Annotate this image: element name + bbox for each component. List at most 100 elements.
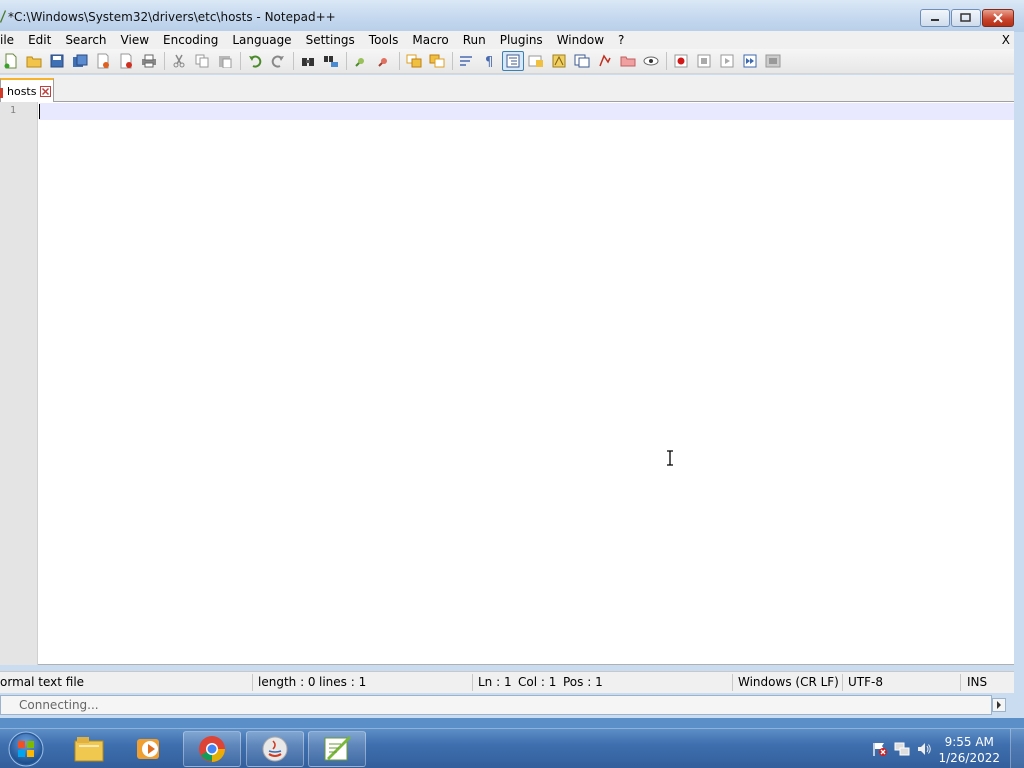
notepadpp-app-icon[interactable] [0, 8, 6, 24]
cut-button[interactable] [168, 51, 190, 71]
taskbar-explorer[interactable] [60, 731, 118, 767]
connection-expand-button[interactable] [992, 698, 1006, 712]
toolbar: ¶ [0, 49, 1014, 74]
undo-button[interactable] [244, 51, 266, 71]
play-macro-button[interactable] [716, 51, 738, 71]
menu-encoding[interactable]: Encoding [156, 31, 225, 49]
tray-volume[interactable] [916, 741, 932, 757]
toolbar-separator [666, 52, 667, 70]
show-all-chars-icon: ¶ [485, 55, 493, 68]
save-button[interactable] [46, 51, 68, 71]
status-divider [252, 674, 253, 691]
view-button[interactable] [640, 51, 662, 71]
find-button[interactable] [297, 51, 319, 71]
open-file-button[interactable] [23, 51, 45, 71]
zoom-in-icon [355, 58, 364, 67]
flag-error-icon [873, 743, 887, 756]
tray-action-center[interactable] [872, 741, 888, 757]
menu-search[interactable]: Search [58, 31, 113, 49]
save-all-button[interactable] [69, 51, 91, 71]
folder-button[interactable] [617, 51, 639, 71]
menu-plugins[interactable]: Plugins [493, 31, 550, 49]
status-bar: ormal text file length : 0 lines : 1 Ln … [0, 671, 1014, 693]
tray-network[interactable] [894, 741, 910, 757]
tab-hosts[interactable]: hosts [0, 78, 54, 102]
redo-button[interactable] [267, 51, 289, 71]
menu-file[interactable]: ile [0, 31, 21, 49]
zoom-out-button[interactable] [373, 51, 395, 71]
sync-horizontal-button[interactable] [426, 51, 448, 71]
menu-tools[interactable]: Tools [362, 31, 406, 49]
menu-window[interactable]: Window [550, 31, 611, 49]
taskbar-chrome[interactable] [183, 731, 241, 767]
sync-horizontal-icon [429, 54, 445, 68]
menu-bar: ile Edit Search View Encoding Language S… [0, 31, 1014, 49]
show-desktop-button[interactable] [1010, 729, 1024, 768]
copy-button[interactable] [191, 51, 213, 71]
indent-guide-button[interactable] [502, 51, 524, 71]
status-eol[interactable]: Windows (CR LF) [738, 675, 839, 689]
save-macro-button[interactable] [762, 51, 784, 71]
print-button[interactable] [138, 51, 160, 71]
status-encoding[interactable]: UTF-8 [848, 675, 883, 689]
text-editor[interactable]: 1 [0, 102, 1014, 665]
paste-button[interactable] [214, 51, 236, 71]
taskbar-java[interactable] [246, 731, 304, 767]
stop-record-icon [697, 54, 711, 68]
menu-macro[interactable]: Macro [405, 31, 455, 49]
tab-close-button[interactable] [40, 85, 52, 97]
svg-text:¶: ¶ [485, 55, 493, 68]
menu-edit[interactable]: Edit [21, 31, 58, 49]
start-button[interactable] [6, 730, 46, 768]
word-wrap-icon [460, 56, 472, 66]
sync-vertical-button[interactable] [403, 51, 425, 71]
tab-bar: hosts [0, 75, 1014, 102]
new-file-icon [4, 53, 17, 69]
replace-button[interactable] [320, 51, 342, 71]
clock[interactable]: 9:55 AM 1/26/2022 [938, 734, 1000, 766]
system-tray: 9:55 AM 1/26/2022 [834, 729, 1024, 768]
maximize-button[interactable] [951, 9, 981, 27]
close-document-button[interactable]: X [1002, 31, 1010, 49]
unsaved-file-icon [0, 88, 3, 98]
folder-workspace-icon [574, 54, 590, 68]
taskbar-media-player[interactable] [120, 731, 178, 767]
close-all-button[interactable] [115, 51, 137, 71]
run-macro-multiple-button[interactable] [739, 51, 761, 71]
zoom-in-button[interactable] [350, 51, 372, 71]
function-list-button[interactable] [548, 51, 570, 71]
explorer-icon [74, 737, 104, 762]
tab-label: hosts [7, 84, 37, 98]
stop-record-button[interactable] [693, 51, 715, 71]
word-wrap-button[interactable] [456, 51, 478, 71]
undo-icon [249, 55, 262, 68]
menu-run[interactable]: Run [456, 31, 493, 49]
cut-icon [173, 54, 185, 68]
menu-language[interactable]: Language [225, 31, 298, 49]
status-lines: lines : 1 [319, 675, 367, 689]
close-window-button[interactable] [982, 9, 1014, 27]
doc-map-button[interactable] [525, 51, 547, 71]
record-macro-button[interactable] [670, 51, 692, 71]
taskbar-notepadpp[interactable] [308, 731, 366, 767]
windows-logo-icon [8, 731, 44, 767]
indent-guide-icon [506, 54, 520, 68]
restore-icon [960, 13, 971, 22]
toolbar-separator [399, 52, 400, 70]
status-file-type: ormal text file [0, 675, 85, 689]
toolbar-separator [293, 52, 294, 70]
menu-help[interactable]: ? [611, 31, 631, 49]
folder-workspace-button[interactable] [571, 51, 593, 71]
close-file-button[interactable] [92, 51, 114, 71]
title-bar[interactable]: *C:\Windows\System32\drivers\etc\hosts -… [0, 0, 1024, 32]
menu-view[interactable]: View [114, 31, 156, 49]
new-file-button[interactable] [0, 51, 22, 71]
sync-vertical-icon [406, 54, 422, 68]
monitoring-button[interactable] [594, 51, 616, 71]
taskbar: 9:55 AM 1/26/2022 [0, 728, 1024, 768]
menu-settings[interactable]: Settings [299, 31, 362, 49]
status-insert-mode[interactable]: INS [967, 675, 987, 689]
show-all-chars-button[interactable]: ¶ [479, 51, 501, 71]
minimize-button[interactable] [920, 9, 950, 27]
current-line-highlight [39, 103, 1014, 120]
